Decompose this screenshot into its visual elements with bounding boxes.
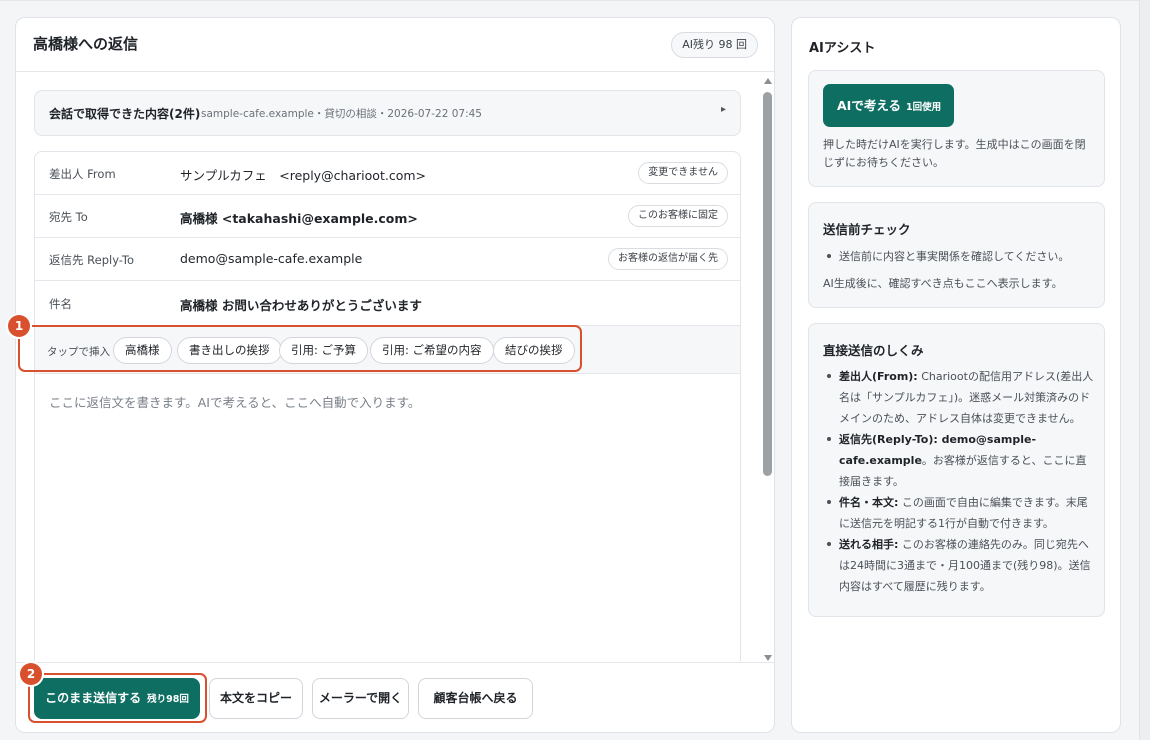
from-value: サンプルカフェ <reply@charioot.com> xyxy=(180,168,426,183)
info-item-from: 差出人(From): Chariootの配信用アドレス(差出人名は「サンプルカフ… xyxy=(823,366,1095,429)
subject-input[interactable]: 高橋様 お問い合わせありがとうございます xyxy=(180,295,422,314)
scrollbar[interactable] xyxy=(761,73,774,663)
to-label: 宛先 To xyxy=(49,210,88,224)
ai-generate-button[interactable]: AIで考える 1回使用 xyxy=(823,84,954,127)
context-title: 会話で取得できた内容(2件) xyxy=(49,107,201,121)
ai-assist-title: AIアシスト xyxy=(809,41,876,56)
from-label: 差出人 From xyxy=(49,167,116,181)
direct-send-info-card: 直接送信のしくみ 差出人(From): Chariootの配信用アドレス(差出人… xyxy=(808,323,1105,617)
info-item-reply-to: 返信先(Reply-To): demo@sample-cafe.example。… xyxy=(823,429,1095,492)
highlight-insert-row xyxy=(18,325,582,372)
page-title: 高橋様への返信 xyxy=(33,35,139,53)
reply-header: 高橋様への返信 AI残り 98 回 xyxy=(16,18,774,72)
pre-send-check-list: 送信前に内容と事実関係を確認してください。 xyxy=(823,246,1095,267)
to-fixed-badge: このお客様に固定 xyxy=(628,205,728,227)
ai-generate-note: 押した時だけAIを実行します。生成中はこの画面を閉じずにお待ちください。 xyxy=(823,138,1086,169)
to-value: 高橋様 <takahashi@example.com> xyxy=(180,211,418,226)
direct-send-info-title: 直接送信のしくみ xyxy=(823,343,924,358)
highlight-send-button xyxy=(28,673,207,723)
copy-body-button[interactable]: 本文をコピー xyxy=(209,678,303,719)
window-edge xyxy=(1139,0,1150,740)
pre-send-check-item: 送信前に内容と事実関係を確認してください。 xyxy=(823,246,1095,267)
to-row: 宛先 To 高橋様 <takahashi@example.com> このお客様に… xyxy=(35,195,740,238)
subject-label: 件名 xyxy=(49,297,72,311)
scroll-down-icon[interactable] xyxy=(764,655,772,661)
back-to-ledger-button[interactable]: 顧客台帳へ戻る xyxy=(418,678,533,719)
subject-row: 件名 高橋様 お問い合わせありがとうございます xyxy=(35,281,740,326)
ai-generate-label: AIで考える xyxy=(837,98,901,113)
from-locked-badge: 変更できません xyxy=(638,162,728,184)
info-item-subject-body: 件名・本文: この画面で自由に編集できます。末尾に送信元を明記する1行が自動で付… xyxy=(823,492,1095,534)
context-meta: sample-cafe.example・貸切の相談・2026-07-22 07:… xyxy=(201,108,482,120)
email-form: 差出人 From サンプルカフェ <reply@charioot.com> 変更… xyxy=(34,151,741,661)
pre-send-check-note: AI生成後に、確認すべき点もここへ表示します。 xyxy=(823,277,1063,290)
from-row: 差出人 From サンプルカフェ <reply@charioot.com> 変更… xyxy=(35,152,740,195)
reply-to-value: demo@sample-cafe.example xyxy=(180,251,363,266)
ai-assist-panel: AIアシスト AIで考える 1回使用 押した時だけAIを実行します。生成中はこの画… xyxy=(791,17,1121,733)
pre-send-check-card: 送信前チェック 送信前に内容と事実関係を確認してください。 AI生成後に、確認す… xyxy=(808,202,1105,308)
expand-arrow-icon: ▸ xyxy=(720,104,726,115)
info-item-recipients: 送れる相手: このお客様の連絡先のみ。同じ宛先へは24時間に3通まで・月100通… xyxy=(823,534,1095,597)
scrollbar-thumb[interactable] xyxy=(763,92,772,476)
reply-to-label: 返信先 Reply-To xyxy=(49,253,135,267)
open-mailer-button[interactable]: メーラーで開く xyxy=(312,678,409,719)
direct-send-info-list: 差出人(From): Chariootの配信用アドレス(差出人名は「サンプルカフ… xyxy=(823,366,1095,597)
ai-generate-card: AIで考える 1回使用 押した時だけAIを実行します。生成中はこの画面を閉じずにお… xyxy=(808,70,1105,187)
reply-to-row: 返信先 Reply-To demo@sample-cafe.example お客… xyxy=(35,238,740,281)
reply-panel: 高橋様への返信 AI残り 98 回 会話で取得できた内容(2件) sample-… xyxy=(15,17,775,733)
pre-send-check-title: 送信前チェック xyxy=(823,222,911,237)
conversation-context-toggle[interactable]: 会話で取得できた内容(2件) sample-cafe.example・貸切の相談… xyxy=(34,90,741,136)
top-border xyxy=(0,0,1139,1)
scroll-up-icon[interactable] xyxy=(764,78,772,84)
body-textarea[interactable]: ここに返信文を書きます。AIで考えると、ここへ自動で入ります。 xyxy=(49,392,420,411)
ai-generate-cost: 1回使用 xyxy=(905,102,942,113)
ai-quota-badge: AI残り 98 回 xyxy=(671,32,758,58)
reply-to-badge: お客様の返信が届く先 xyxy=(608,248,728,270)
marker-2: 2 xyxy=(20,663,42,685)
marker-1: 1 xyxy=(8,315,30,337)
